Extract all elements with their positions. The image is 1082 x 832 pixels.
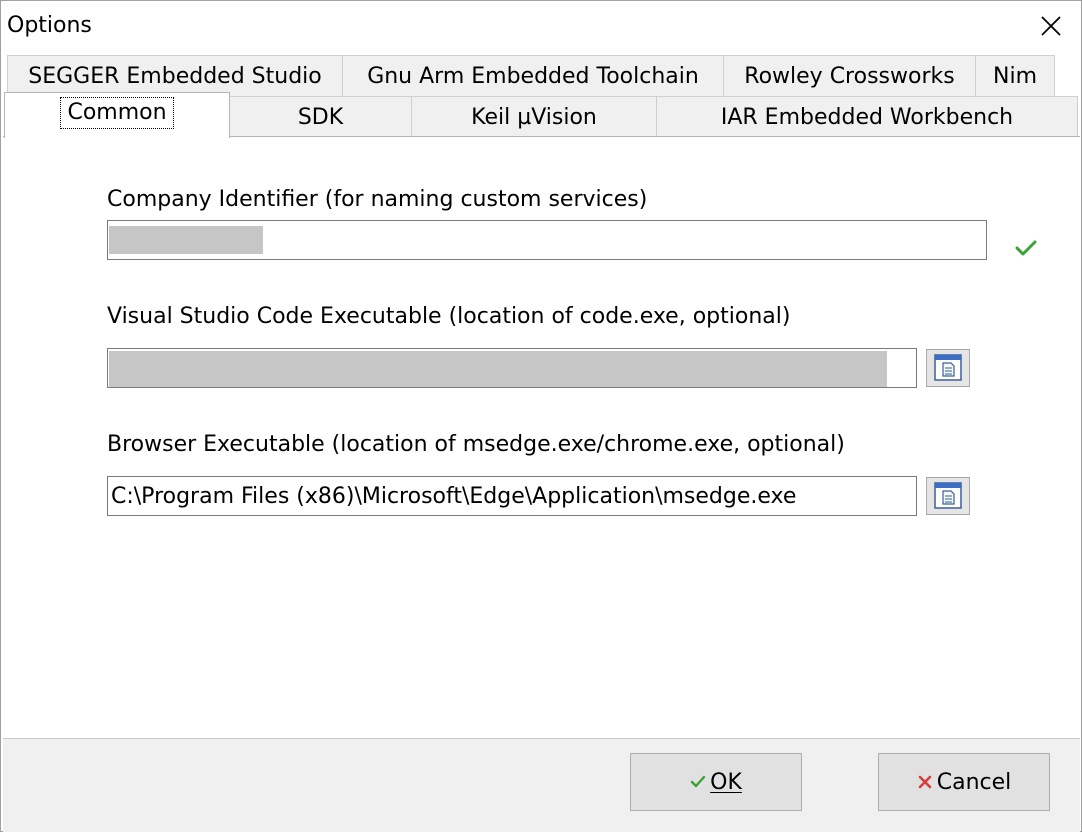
dialog-footer: OK Cancel xyxy=(3,738,1080,832)
tab-strip: SEGGER Embedded Studio Gnu Arm Embedded … xyxy=(1,51,1081,138)
tab-label: IAR Embedded Workbench xyxy=(720,105,1014,130)
file-browse-icon xyxy=(934,482,962,509)
tab-nim[interactable]: Nim xyxy=(975,55,1055,97)
tab-label: SEGGER Embedded Studio xyxy=(28,64,322,89)
tab-keil-uvision[interactable]: Keil µVision xyxy=(411,96,657,137)
vscode-executable-label: Visual Studio Code Executable (location … xyxy=(107,304,791,329)
redacted-value xyxy=(109,226,263,254)
file-browse-icon xyxy=(934,354,962,381)
tab-label: Keil µVision xyxy=(471,105,597,130)
check-icon xyxy=(1015,240,1037,256)
close-button[interactable] xyxy=(1031,7,1071,45)
close-icon xyxy=(1041,16,1061,36)
common-tab-panel: Company Identifier (for naming custom se… xyxy=(3,136,1080,739)
options-dialog: Options SEGGER Embedded Studio Gnu Arm E… xyxy=(0,0,1082,832)
tab-iar-embedded-workbench[interactable]: IAR Embedded Workbench xyxy=(656,96,1078,137)
x-icon xyxy=(918,775,932,789)
tab-label: Rowley Crossworks xyxy=(744,64,955,89)
tab-gnu-arm-embedded-toolchain[interactable]: Gnu Arm Embedded Toolchain xyxy=(342,55,724,97)
tab-common[interactable]: Common xyxy=(4,92,230,138)
tab-label: Nim xyxy=(993,64,1037,89)
tab-sdk[interactable]: SDK xyxy=(229,96,412,137)
tab-label: Gnu Arm Embedded Toolchain xyxy=(367,64,699,89)
browser-executable-input[interactable] xyxy=(107,476,917,516)
tab-label: SDK xyxy=(297,105,344,130)
ok-button-label: OK xyxy=(710,769,742,795)
cancel-button[interactable]: Cancel xyxy=(878,753,1050,811)
vscode-browse-button[interactable] xyxy=(926,349,970,387)
window-title: Options xyxy=(7,13,92,38)
company-identifier-label: Company Identifier (for naming custom se… xyxy=(107,187,648,212)
title-bar: Options xyxy=(1,1,1081,51)
check-icon xyxy=(690,775,706,788)
browser-browse-button[interactable] xyxy=(926,477,970,515)
tab-label: Common xyxy=(60,97,174,129)
cancel-button-label: Cancel xyxy=(936,769,1012,795)
browser-executable-label: Browser Executable (location of msedge.e… xyxy=(107,432,845,457)
ok-button[interactable]: OK xyxy=(630,753,802,811)
tab-segger-embedded-studio[interactable]: SEGGER Embedded Studio xyxy=(7,55,343,97)
tab-rowley-crossworks[interactable]: Rowley Crossworks xyxy=(723,55,976,97)
redacted-value xyxy=(109,351,887,387)
